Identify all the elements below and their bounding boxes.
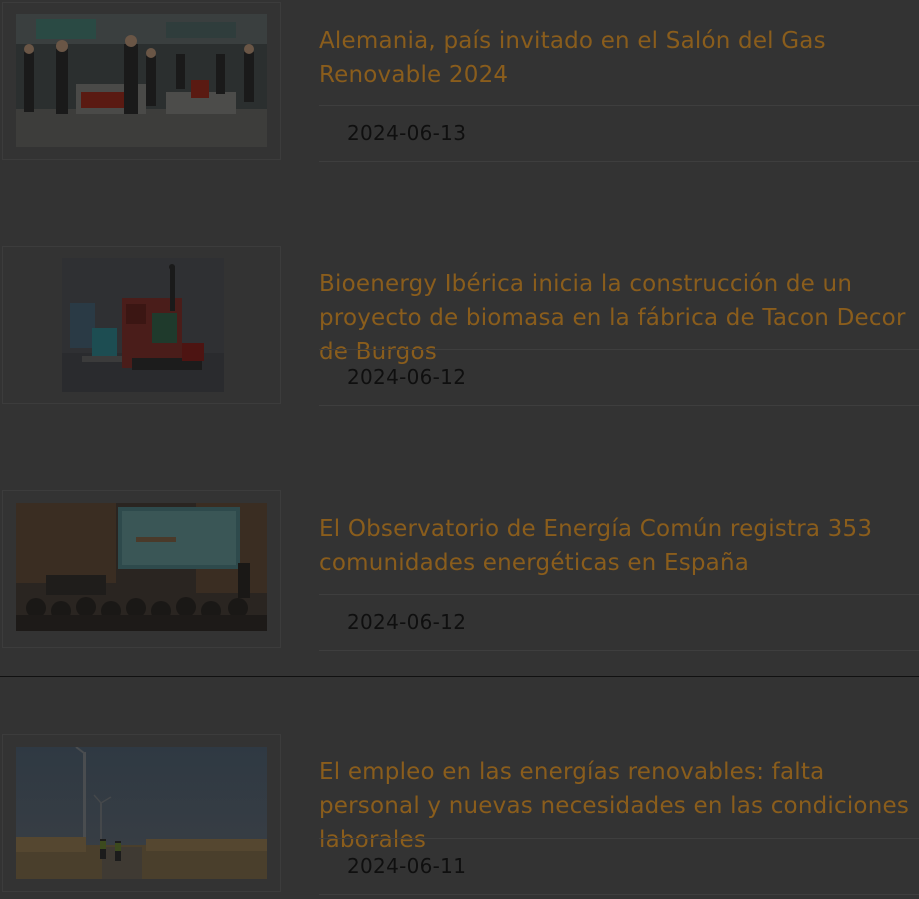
article-date: 2024-06-13 [347,121,467,145]
wind-turbine-field-image [16,747,267,879]
article-meta: 2024-06-13 [319,105,919,162]
article-thumbnail-frame[interactable] [2,490,281,648]
article-date: 2024-06-11 [347,854,467,878]
article-thumbnail[interactable] [16,747,267,879]
article-thumbnail-frame[interactable] [2,2,281,160]
article-thumbnail[interactable] [16,14,267,147]
conference-room-image [16,503,267,631]
article-date: 2024-06-12 [347,365,467,389]
article-thumbnail-frame[interactable] [2,734,281,892]
article-title[interactable]: Alemania, país invitado en el Salón del … [319,24,915,92]
article-thumbnail-frame[interactable] [2,246,281,404]
news-article: Bioenergy Ibérica inicia la construcción… [0,246,919,408]
article-thumbnail[interactable] [62,258,224,392]
article-meta: 2024-06-12 [319,349,919,406]
biomass-plant-render-image [62,258,224,392]
news-list: Alemania, país invitado en el Salón del … [0,0,919,899]
news-article: Alemania, país invitado en el Salón del … [0,2,919,164]
article-date: 2024-06-12 [347,610,467,634]
article-meta: 2024-06-12 [319,594,919,651]
list-divider [0,676,919,677]
article-title[interactable]: El Observatorio de Energía Común registr… [319,512,915,580]
article-thumbnail[interactable] [16,503,267,631]
news-article: El Observatorio de Energía Común registr… [0,490,919,652]
expo-hall-image [16,14,267,147]
article-meta: 2024-06-11 [319,838,919,895]
news-article: El empleo en las energías renovables: fa… [0,734,919,896]
